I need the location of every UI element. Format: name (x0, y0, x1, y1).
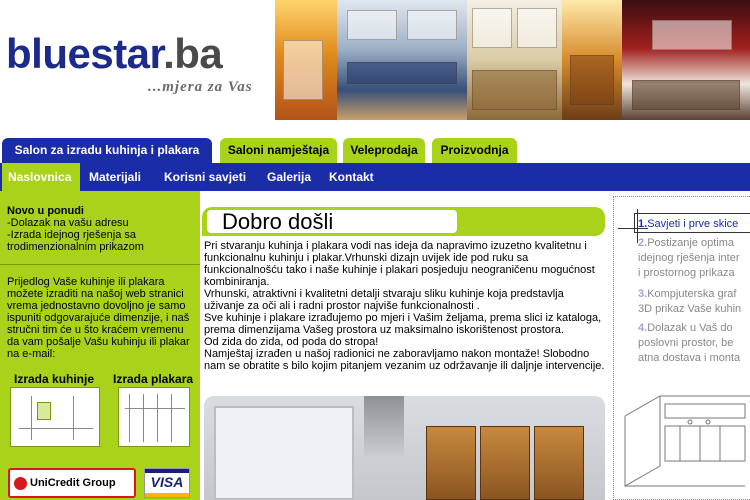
new-offer-title: Novo u ponudi (7, 205, 84, 217)
kitchen-design-thumbnail[interactable] (10, 387, 100, 447)
header-photo-kitchen-1 (275, 0, 337, 120)
header-photo-kitchen-4 (562, 0, 622, 120)
right-steps-panel: 1.Savjeti i prve skice 2.Postizanje opti… (610, 191, 750, 500)
page-title: Dobro došli (222, 209, 334, 234)
visa-label: VISA (150, 474, 184, 490)
intro-paragraph: Od zida do zida, od poda do stropa! (204, 336, 379, 348)
nav-korisni-savjeti[interactable]: Korisni savjeti (164, 163, 246, 191)
step-4-line: atna dostava i monta (638, 352, 741, 364)
logo-main: bluestar (6, 30, 164, 77)
logo-tld: .ba (163, 30, 223, 77)
unicredit-icon (14, 477, 27, 490)
header-photo-kitchen-3 (467, 0, 562, 120)
intro-paragraph: Vrhunski, atraktivni i kvalitetni detalj… (204, 288, 564, 312)
tab-salon-kuhinja-plakara[interactable]: Salon za izradu kuhinja i plakara (2, 138, 212, 163)
range-hood (364, 396, 404, 456)
tab-veleprodaja[interactable]: Veleprodaja (343, 138, 425, 163)
step-3-line: 3D prikaz Vaše kuhin (638, 303, 742, 315)
header-photo-kitchen-5 (622, 0, 750, 120)
step-4[interactable]: 4.Dolazak u Vaš do (638, 321, 750, 336)
intro-paragraph: Pri stvaranju kuhinja i plakara vodi nas… (204, 240, 595, 288)
nav-kontakt[interactable]: Kontakt (329, 163, 374, 191)
kitchen-photo (204, 396, 605, 500)
new-offer-line: -Dolazak na vašu adresu (7, 217, 129, 229)
new-offer-box: Novo u ponudi -Dolazak na vašu adresu -I… (7, 205, 197, 253)
izrada-plakara-link[interactable]: Izrada plakara (113, 372, 193, 386)
header-photo-kitchen-2 (337, 0, 467, 120)
step-3[interactable]: 3.Kompjuterska graf (638, 287, 750, 302)
wardrobe-design-thumbnail[interactable] (118, 387, 190, 447)
logo[interactable]: bluestar.ba (6, 30, 223, 78)
main-content: Dobro došli Pri stvaranju kuhinja i plak… (200, 191, 610, 500)
section-tabs: Salon za izradu kuhinja i plakara Saloni… (0, 138, 750, 163)
payment-logos: UniCredit Group VISA (8, 468, 193, 500)
left-sidebar: Novo u ponudi -Dolazak na vašu adresu -I… (0, 191, 200, 500)
new-offer-line: trodimenzionalnim prikazom (7, 241, 144, 253)
izrada-kuhinje-link[interactable]: Izrada kuhinje (14, 372, 94, 386)
main-nav: Naslovnica Materijali Korisni savjeti Ga… (0, 163, 750, 191)
header: bluestar.ba ...mjera za Vas (0, 0, 750, 120)
header-photo-strip (275, 0, 750, 120)
intro-paragraph: Sve kuhinje i plakare izrađujemo po mjer… (204, 312, 602, 336)
unicredit-logo[interactable]: UniCredit Group (8, 468, 136, 498)
intro-text: Pri stvaranju kuhinja i plakara vodi nas… (204, 240, 606, 372)
step-2[interactable]: 2.Postizanje optima (638, 236, 750, 251)
kitchen-sketch (624, 395, 750, 487)
visa-logo[interactable]: VISA (144, 468, 190, 498)
step-2-line: idejnog rješenja inter (638, 252, 740, 264)
tab-proizvodnja[interactable]: Proizvodnja (432, 138, 517, 163)
slogan: ...mjera za Vas (148, 79, 253, 95)
nav-materijali[interactable]: Materijali (89, 163, 141, 191)
new-offer-line: -Izrada idejnog rješenja sa (7, 229, 137, 241)
unicredit-label: UniCredit Group (30, 477, 116, 489)
nav-naslovnica[interactable]: Naslovnica (2, 163, 80, 191)
sidebar-divider (0, 264, 200, 265)
tab-saloni-namjestaja[interactable]: Saloni namještaja (220, 138, 337, 163)
step-4-line: poslovni prostor, be (638, 337, 734, 349)
proposal-text: Prijedlog Vaše kuhinje ili plakara možet… (7, 276, 190, 360)
intro-paragraph: Namještaj izrađen u našoj radionici ne z… (204, 348, 605, 372)
nav-galerija[interactable]: Galerija (267, 163, 311, 191)
step-2-line: i prostornog prikaza (638, 267, 735, 279)
step-1[interactable]: 1.Savjeti i prve skice (638, 217, 750, 232)
